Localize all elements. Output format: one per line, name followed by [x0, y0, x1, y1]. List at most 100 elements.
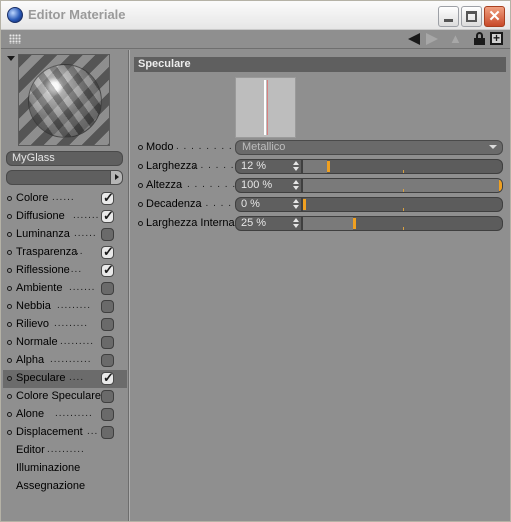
- param-value-field[interactable]: 100 %: [235, 178, 302, 193]
- animate-dot-icon[interactable]: [7, 232, 12, 237]
- channel-item[interactable]: Luminanza......: [3, 226, 127, 244]
- channel-checkbox[interactable]: [101, 390, 114, 403]
- back-arrow-icon[interactable]: [408, 33, 420, 45]
- minimize-button[interactable]: [438, 6, 459, 27]
- animate-dot-icon[interactable]: [7, 340, 12, 345]
- param-label: Altezza: [146, 179, 183, 191]
- channel-item[interactable]: Assegnazione: [3, 478, 127, 496]
- close-icon: ✕: [488, 8, 501, 25]
- channel-panel: MyGlass Colore...... ✓ Diffusione....... ✓ L…: [3, 50, 127, 521]
- spinner-icon[interactable]: [293, 218, 299, 229]
- slider-knob[interactable]: [327, 161, 330, 172]
- channel-label: Luminanza: [16, 228, 70, 240]
- forward-arrow-icon[interactable]: [426, 33, 438, 45]
- close-button[interactable]: ✕: [484, 6, 505, 27]
- animate-dot-icon[interactable]: [7, 214, 12, 219]
- channel-checkbox[interactable]: ✓: [101, 262, 114, 277]
- toolbar: ▲: [1, 30, 510, 49]
- param-value-field[interactable]: 0 %: [235, 197, 302, 212]
- channel-item[interactable]: Illuminazione: [3, 460, 127, 478]
- channel-item[interactable]: Alpha...........: [3, 352, 127, 370]
- animate-dot-icon[interactable]: [7, 358, 12, 363]
- channel-checkbox[interactable]: [101, 300, 114, 313]
- channel-item[interactable]: Normale.........: [3, 334, 127, 352]
- animate-dot-icon[interactable]: [138, 183, 143, 188]
- animate-dot-icon[interactable]: [7, 412, 12, 417]
- leader-dots: ....: [67, 264, 83, 275]
- animate-dot-icon[interactable]: [138, 164, 143, 169]
- channel-checkbox[interactable]: ✓: [101, 370, 114, 385]
- material-preview[interactable]: [18, 54, 110, 146]
- channel-item[interactable]: Riflessione.... ✓: [3, 262, 127, 280]
- channel-checkbox[interactable]: [101, 336, 114, 349]
- spinner-icon[interactable]: [293, 199, 299, 210]
- param-label: Decadenza: [146, 198, 202, 210]
- channel-item[interactable]: Ambiente.......: [3, 280, 127, 298]
- dropdown-arrow-icon[interactable]: [110, 171, 122, 184]
- spinner-icon[interactable]: [293, 161, 299, 172]
- grip-icon[interactable]: [9, 34, 21, 44]
- title-bar[interactable]: Editor Materiale ✕: [1, 1, 510, 30]
- channel-label: Displacement: [16, 426, 83, 438]
- animate-dot-icon[interactable]: [138, 221, 143, 226]
- channel-item[interactable]: Diffusione....... ✓: [3, 208, 127, 226]
- slider-knob[interactable]: [353, 218, 356, 229]
- animate-dot-icon[interactable]: [7, 304, 12, 309]
- maximize-button[interactable]: [461, 6, 482, 27]
- channel-item[interactable]: Rilievo.........: [3, 316, 127, 334]
- channel-item[interactable]: Displacement...: [3, 424, 127, 442]
- panel-divider[interactable]: [128, 50, 130, 521]
- leader-dots: .........: [57, 300, 92, 311]
- animate-dot-icon[interactable]: [7, 286, 12, 291]
- channel-checkbox[interactable]: [101, 228, 114, 241]
- leader-dots: .......: [69, 282, 96, 293]
- material-dropdown[interactable]: [6, 170, 123, 185]
- lock-icon[interactable]: [474, 32, 485, 45]
- channel-checkbox[interactable]: [101, 354, 114, 367]
- param-value-field[interactable]: 12 %: [235, 159, 302, 174]
- channel-item[interactable]: Speculare.... ✓: [3, 370, 127, 388]
- channel-item[interactable]: Colore Speculare: [3, 388, 127, 406]
- param-slider[interactable]: [302, 178, 503, 193]
- channel-label: Alpha: [16, 354, 45, 366]
- param-value: 12 %: [241, 160, 267, 172]
- channel-checkbox[interactable]: ✓: [101, 190, 114, 205]
- param-value-field[interactable]: 25 %: [235, 216, 302, 231]
- new-window-icon[interactable]: [490, 31, 503, 45]
- animate-dot-icon[interactable]: [7, 376, 12, 381]
- animate-dot-icon[interactable]: [138, 145, 143, 150]
- animate-dot-icon[interactable]: [7, 430, 12, 435]
- animate-dot-icon[interactable]: [7, 250, 12, 255]
- animate-dot-icon[interactable]: [138, 202, 143, 207]
- channel-item[interactable]: Nebbia.........: [3, 298, 127, 316]
- channel-checkbox[interactable]: [101, 282, 114, 295]
- preview-sphere: [28, 64, 102, 138]
- param-slider[interactable]: [302, 216, 503, 231]
- animate-dot-icon[interactable]: [7, 268, 12, 273]
- modo-select[interactable]: Metallico: [235, 140, 503, 155]
- channel-checkbox[interactable]: [101, 318, 114, 331]
- maximize-icon: [466, 11, 477, 22]
- menu-triangle-icon[interactable]: [7, 56, 15, 61]
- channel-item[interactable]: Trasparenza.. ✓: [3, 244, 127, 262]
- channel-item[interactable]: Alone..........: [3, 406, 127, 424]
- param-slider[interactable]: [302, 197, 503, 212]
- slider-knob[interactable]: [499, 180, 502, 191]
- spinner-icon[interactable]: [293, 180, 299, 191]
- channel-label: Editor: [16, 444, 45, 456]
- channel-checkbox[interactable]: [101, 408, 114, 421]
- channel-checkbox[interactable]: ✓: [101, 244, 114, 259]
- animate-dot-icon[interactable]: [7, 196, 12, 201]
- animate-dot-icon[interactable]: [7, 322, 12, 327]
- param-value: 0 %: [241, 198, 260, 210]
- channel-item[interactable]: Colore...... ✓: [3, 190, 127, 208]
- channel-item[interactable]: Editor..........: [3, 442, 127, 460]
- slider-knob[interactable]: [303, 199, 306, 210]
- up-arrow-icon[interactable]: ▲: [449, 32, 463, 45]
- channel-checkbox[interactable]: ✓: [101, 208, 114, 223]
- material-name-field[interactable]: MyGlass: [6, 151, 123, 166]
- param-slider[interactable]: [302, 159, 503, 174]
- section-header: Speculare: [134, 57, 506, 72]
- animate-dot-icon[interactable]: [7, 394, 12, 399]
- channel-checkbox[interactable]: [101, 426, 114, 439]
